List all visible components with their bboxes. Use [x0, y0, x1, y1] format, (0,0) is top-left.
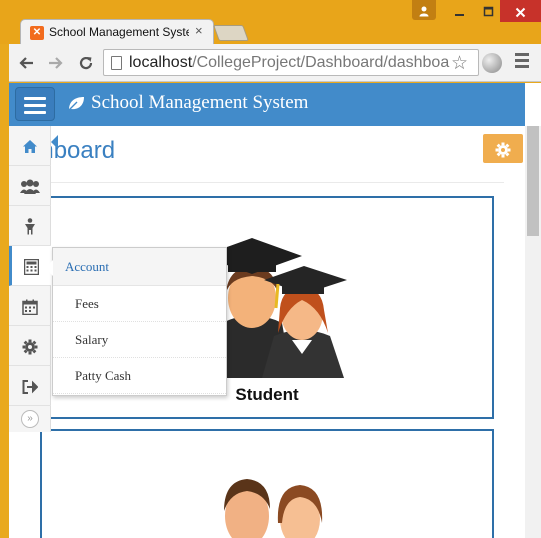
sign-out-icon	[22, 379, 39, 394]
address-bar[interactable]: localhost/CollegeProject/Dashboard/dashb…	[103, 49, 479, 76]
page-title: ashboard	[15, 137, 116, 164]
maximize-icon[interactable]	[478, 0, 498, 22]
submenu-item-patty-cash[interactable]: Patty Cash	[53, 358, 226, 394]
browser-tab[interactable]: ✕ School Management Syste ×	[20, 19, 214, 45]
extension-icon[interactable]	[482, 53, 502, 73]
vertical-scrollbar[interactable]	[525, 126, 541, 538]
browser-window: ✕ School Management Syste × localhost/Co…	[0, 0, 541, 538]
calculator-icon	[23, 258, 40, 275]
title-divider	[49, 182, 504, 183]
submenu-header-account[interactable]: Account	[53, 248, 226, 286]
tab-close-icon[interactable]: ×	[195, 23, 203, 38]
hamburger-menu-button[interactable]	[15, 87, 55, 121]
app-brand[interactable]: School Management System	[67, 92, 308, 114]
url-text[interactable]: localhost/CollegeProject/Dashboard/dashb…	[129, 54, 451, 72]
xampp-favicon-icon: ✕	[30, 26, 44, 40]
submenu-caret	[45, 260, 53, 276]
close-window-icon[interactable]	[500, 0, 541, 22]
new-tab-button[interactable]	[213, 25, 249, 41]
sidebar-collapse-button[interactable]: »	[21, 410, 39, 428]
leaf-icon	[67, 92, 85, 114]
forward-arrow-icon[interactable]	[45, 52, 67, 73]
people-image	[224, 479, 323, 538]
bookmark-star-icon[interactable]: ☆	[451, 52, 468, 75]
browser-menu-icon[interactable]	[515, 53, 529, 71]
submenu-item-salary[interactable]: Salary	[53, 322, 226, 358]
child-icon	[25, 218, 35, 235]
calendar-icon	[22, 299, 38, 315]
sidebar-item-settings[interactable]	[9, 326, 51, 366]
tab-title: School Management Syste	[49, 25, 189, 39]
sidebar-item-users[interactable]	[9, 166, 51, 206]
sidebar-item-logout[interactable]	[9, 366, 51, 406]
sidebar-item-children[interactable]	[9, 206, 51, 246]
browser-toolbar: localhost/CollegeProject/Dashboard/dashb…	[9, 44, 541, 82]
active-indicator	[51, 135, 58, 149]
reload-icon[interactable]	[75, 52, 97, 73]
users-icon	[20, 179, 40, 194]
home-icon	[23, 140, 37, 154]
account-submenu: Account Fees Salary Patty Cash	[45, 247, 227, 396]
user-profile-icon[interactable]	[412, 0, 436, 20]
gear-icon	[495, 142, 511, 158]
settings-gear-button[interactable]	[483, 134, 523, 163]
gear-icon	[22, 339, 38, 355]
app-header: School Management System	[9, 83, 525, 126]
web-page: School Management System ashboard Studen…	[9, 83, 541, 538]
submenu-item-fees[interactable]: Fees	[53, 286, 226, 322]
page-icon	[111, 56, 122, 70]
staff-card[interactable]	[40, 429, 494, 538]
minimize-icon[interactable]	[449, 0, 469, 22]
sidebar: »	[9, 126, 51, 432]
sidebar-item-home[interactable]	[9, 126, 51, 166]
back-arrow-icon[interactable]	[15, 52, 37, 73]
sidebar-item-calendar[interactable]	[9, 286, 51, 326]
title-bar: ✕ School Management Syste ×	[0, 0, 541, 45]
scrollbar-thumb[interactable]	[527, 126, 539, 236]
